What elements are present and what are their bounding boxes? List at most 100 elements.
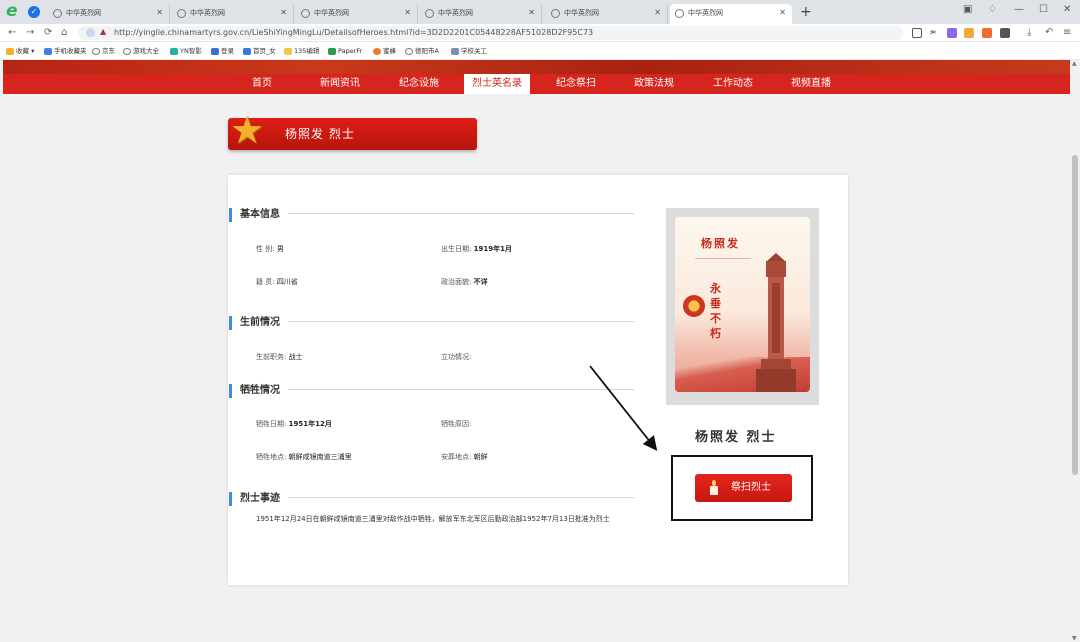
field-sacrifice-date: 牺牲日期: 1951年12月: [256, 420, 332, 428]
mail-icon: [243, 48, 251, 55]
new-tab-button[interactable]: +: [800, 3, 812, 21]
phone-icon: [44, 48, 52, 55]
section-heading-deeds: 烈士事迹: [229, 492, 280, 506]
field-origin: 籍 贯: 四川省: [256, 278, 298, 286]
bookmark-item[interactable]: 135编辑: [284, 45, 319, 57]
globe-icon: [675, 9, 684, 18]
close-icon[interactable]: ✕: [280, 4, 287, 22]
monument-icon: [756, 253, 796, 392]
not-secure-icon[interactable]: ▲: [100, 27, 106, 36]
nav-item-policy[interactable]: 政策法规: [624, 74, 684, 94]
browser-tab[interactable]: 中华英烈网 ✕: [546, 4, 668, 24]
field-sacrifice-place: 牺牲地点: 朝鲜咸镜南道三浦里: [256, 453, 352, 461]
maximize-icon[interactable]: ☐: [1039, 3, 1048, 17]
section-heading-sacrifice: 牺牲情况: [229, 384, 280, 398]
reader-icon[interactable]: [912, 28, 922, 38]
cloud-icon: [170, 48, 178, 55]
scroll-down-icon[interactable]: ▼: [1072, 635, 1077, 642]
page-title: 杨照发 烈士: [285, 127, 355, 141]
scissors-icon[interactable]: ✂: [930, 28, 940, 38]
nav-item-memorials[interactable]: 纪念设施: [389, 74, 449, 94]
home-icon[interactable]: ⌂: [61, 26, 67, 40]
bookmark-item[interactable]: 蜜蜂: [373, 45, 396, 57]
scroll-thumb[interactable]: [1072, 155, 1078, 475]
bookmark-item[interactable]: PaperFr: [328, 45, 362, 57]
back-icon[interactable]: ←: [8, 26, 16, 40]
browser-tab-strip: e ✓ 中华英烈网 ✕ 中华英烈网 ✕ 中华英烈网 ✕ 中华英烈网 ✕ 中华英烈…: [0, 0, 1080, 24]
apps-icon[interactable]: [1000, 28, 1010, 38]
browser-tab[interactable]: 中华英烈网 ✕: [296, 4, 418, 24]
login-icon: [211, 48, 219, 55]
game-icon[interactable]: [982, 28, 992, 38]
close-icon[interactable]: ✕: [156, 4, 163, 22]
field-duty: 生前职务: 战士: [256, 353, 303, 361]
url-text[interactable]: http://yinglie.chinamartyrs.gov.cn/LieSh…: [114, 27, 593, 39]
browser-tab[interactable]: 中华英烈网 ✕: [420, 4, 542, 24]
close-icon[interactable]: ✕: [528, 4, 535, 22]
shirt-icon[interactable]: ♢: [988, 3, 997, 17]
poster-slogan: 永垂不朽: [710, 282, 721, 340]
browser-tab-active[interactable]: 中华英烈网 ✕: [670, 4, 792, 24]
section-divider: [288, 389, 634, 390]
bookmark-item[interactable]: 登录: [211, 45, 234, 57]
globe-icon: [177, 9, 186, 18]
bookmark-item[interactable]: 京东: [92, 45, 115, 57]
candle-icon: [710, 480, 718, 495]
close-icon[interactable]: ✕: [404, 4, 411, 22]
browser-tab[interactable]: 中华英烈网 ✕: [172, 4, 294, 24]
field-politics: 政治面貌: 不详: [441, 278, 488, 286]
extension-icon[interactable]: [947, 28, 957, 38]
field-burial-place: 安葬地点: 朝鲜: [441, 453, 488, 461]
reload-icon[interactable]: ⟳: [44, 26, 52, 40]
browser-tab[interactable]: 中华英烈网 ✕: [48, 4, 170, 24]
tab-title: 中华英烈网: [688, 9, 723, 17]
bookmark-item[interactable]: 收藏 ▾: [6, 45, 34, 57]
bookmark-item[interactable]: 手机收藏夹: [44, 45, 87, 57]
undo-icon[interactable]: ↶: [1045, 26, 1053, 40]
url-field[interactable]: ▲ http://yinglie.chinamartyrs.gov.cn/Lie…: [78, 26, 940, 61]
field-sacrifice-reason: 牺牲原因:: [441, 420, 472, 428]
nav-item-news[interactable]: 新闻资讯: [310, 74, 370, 94]
browser-logo-icon[interactable]: e: [6, 3, 23, 20]
scroll-up-icon[interactable]: ▲: [1072, 60, 1077, 67]
field-merit: 立功情况:: [441, 353, 472, 361]
poster-divider: [695, 258, 751, 259]
close-icon[interactable]: ✕: [654, 4, 661, 22]
nav-item-work[interactable]: 工作动态: [703, 74, 763, 94]
field-gender: 性 别: 男: [256, 245, 284, 253]
bookmark-item[interactable]: 德阳市A: [405, 45, 439, 57]
main-nav: 首页 新闻资讯 纪念设施 烈士英名录 纪念祭扫 政策法规 工作动态 视频直播: [3, 74, 1070, 94]
window-close-icon[interactable]: ✕: [1063, 3, 1071, 17]
nav-item-home[interactable]: 首页: [237, 74, 287, 94]
bookmarks-bar: 收藏 ▾ 手机收藏夹 京东 游戏大全 YN智影 登录 首页_女 135编辑 Pa…: [0, 42, 1080, 60]
bookmark-item[interactable]: YN智影: [170, 45, 202, 57]
nav-item-martyr-list[interactable]: 烈士英名录: [464, 74, 530, 94]
tab-list-icon[interactable]: ▣: [963, 3, 972, 17]
section-divider: [288, 321, 634, 322]
memorial-poster: 杨照发 永垂不朽: [675, 217, 810, 392]
page-scrollbar[interactable]: ▲ ▼: [1070, 60, 1080, 642]
globe-icon: [551, 9, 560, 18]
shield-icon[interactable]: [964, 28, 974, 38]
verified-icon[interactable]: ✓: [28, 6, 40, 18]
tab-title: 中华英烈网: [190, 9, 225, 17]
paper-icon: [328, 48, 336, 55]
globe-icon: [301, 9, 310, 18]
globe-icon: [123, 48, 131, 55]
editor-icon: [284, 48, 292, 55]
bookmark-item[interactable]: 游戏大全: [123, 45, 159, 57]
bookmark-item[interactable]: 首页_女: [243, 45, 276, 57]
globe-icon: [53, 9, 62, 18]
bee-icon: [373, 48, 381, 55]
minimize-icon[interactable]: —: [1014, 3, 1024, 17]
nav-item-tribute[interactable]: 纪念祭扫: [546, 74, 606, 94]
site-info-icon[interactable]: [86, 28, 95, 37]
nav-item-live[interactable]: 视频直播: [781, 74, 841, 94]
download-icon[interactable]: ⤓: [1027, 26, 1031, 40]
section-divider: [288, 213, 634, 214]
section-divider: [288, 497, 634, 498]
menu-icon[interactable]: ≡: [1063, 26, 1071, 40]
forward-icon[interactable]: →: [26, 26, 34, 40]
bookmark-item[interactable]: 学校关工: [451, 45, 487, 57]
close-icon[interactable]: ✕: [779, 4, 786, 22]
